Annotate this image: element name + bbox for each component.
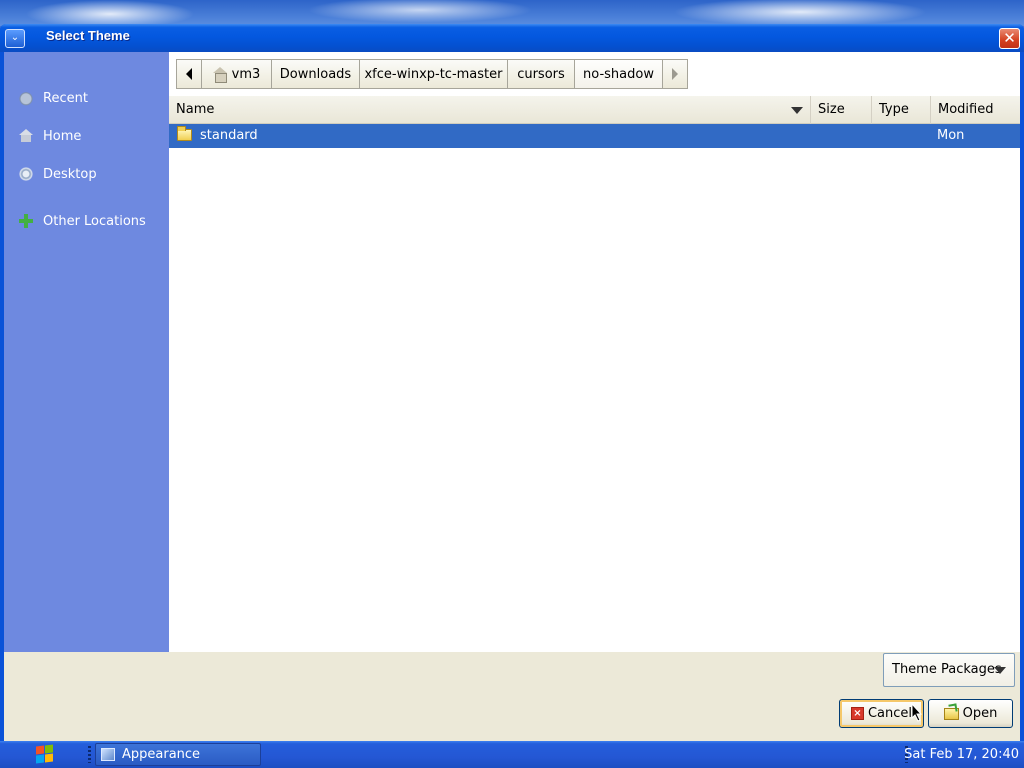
sidebar-item-label: Recent <box>43 90 88 106</box>
mouse-cursor-icon <box>911 703 923 722</box>
windows-logo-icon <box>36 745 44 755</box>
open-button[interactable]: Open <box>928 699 1013 728</box>
column-label: Name <box>176 102 215 117</box>
column-header-row: Name Size Type Modified <box>169 96 1020 124</box>
title-bar[interactable]: ⌄ Select Theme ✕ <box>0 24 1024 52</box>
sidebar-item-recent[interactable]: Recent <box>18 87 88 109</box>
taskbar-item-label: Appearance Preferen... <box>122 747 201 762</box>
taskbar: Appearance Preferen... Sat Feb 17, 20:40 <box>0 741 1024 768</box>
appearance-icon <box>101 748 115 761</box>
taskbar-clock[interactable]: Sat Feb 17, 20:40 <box>904 741 1019 768</box>
start-button[interactable] <box>34 744 56 764</box>
column-header-size[interactable]: Size <box>810 96 871 124</box>
sidebar-item-label: Home <box>43 128 82 144</box>
path-segment-label: no-shadow <box>583 66 654 82</box>
file-row[interactable]: standard Mon <box>169 124 1020 148</box>
column-label: Size <box>818 102 845 117</box>
cancel-button-label: Cancel <box>867 706 913 721</box>
open-folder-icon <box>943 707 959 720</box>
window-menu-button[interactable]: ⌄ <box>5 29 25 48</box>
path-segment-cursors[interactable]: cursors <box>507 59 575 89</box>
open-button-label: Open <box>962 706 998 721</box>
home-icon <box>18 128 34 144</box>
home-icon <box>212 67 227 83</box>
path-segment-xfce-winxp-tc-master[interactable]: xfce-winxp-tc-master <box>359 59 508 89</box>
close-button[interactable]: ✕ <box>999 28 1020 49</box>
column-header-type[interactable]: Type <box>871 96 930 124</box>
file-name: standard <box>200 128 258 143</box>
file-modified: Mon <box>937 128 965 143</box>
path-segment-label: cursors <box>517 66 565 82</box>
recent-icon <box>18 90 34 106</box>
path-segment-vm3[interactable]: vm3 <box>201 59 272 89</box>
arrow-left-icon <box>186 68 192 80</box>
taskbar-item-appearance-preferences[interactable]: Appearance Preferen... <box>95 743 261 766</box>
sidebar-item-desktop[interactable]: Desktop <box>18 163 97 185</box>
file-browser: vm3 Downloads xfce-winxp-tc-master curso… <box>169 52 1020 652</box>
column-header-modified[interactable]: Modified <box>930 96 1020 124</box>
desktop-icon <box>18 166 34 182</box>
column-label: Type <box>879 102 909 117</box>
sidebar-item-label: Other Locations <box>43 213 146 229</box>
sidebar-item-label: Desktop <box>43 166 97 182</box>
taskbar-grip[interactable] <box>88 746 91 763</box>
places-sidebar: Recent Home Desktop Other Locations <box>4 52 169 652</box>
desktop-background <box>0 0 1024 26</box>
filter-selected-value: Theme Packages <box>892 662 1002 677</box>
plus-icon <box>18 213 34 229</box>
path-bar: vm3 Downloads xfce-winxp-tc-master curso… <box>169 52 1020 94</box>
close-icon: ✕ <box>1003 29 1016 47</box>
path-scroll-left-button[interactable] <box>176 59 202 89</box>
arrow-right-icon <box>672 68 678 80</box>
column-label: Modified <box>938 102 994 117</box>
sort-descending-icon <box>791 107 803 114</box>
chevron-down-icon: ⌄ <box>10 32 20 43</box>
path-segment-no-shadow[interactable]: no-shadow <box>574 59 663 89</box>
chevron-down-icon <box>994 667 1006 674</box>
cancel-icon: × <box>850 707 864 720</box>
sidebar-item-home[interactable]: Home <box>18 125 81 147</box>
path-segment-label: xfce-winxp-tc-master <box>364 66 503 82</box>
column-header-name[interactable]: Name <box>169 96 810 124</box>
sidebar-item-other-locations[interactable]: Other Locations <box>18 210 146 232</box>
window-title: Select Theme <box>46 28 130 43</box>
file-type-filter-dropdown[interactable]: Theme Packages <box>883 653 1015 687</box>
folder-icon <box>177 126 192 141</box>
select-theme-dialog: ⌄ Select Theme ✕ Recent Home Desktop Oth… <box>0 24 1024 741</box>
path-scroll-right-button[interactable] <box>662 59 688 89</box>
path-segment-label: vm3 <box>231 66 261 82</box>
path-segment-label: Downloads <box>279 66 352 82</box>
path-segment-downloads[interactable]: Downloads <box>271 59 360 89</box>
dialog-content: Recent Home Desktop Other Locations vm3 … <box>4 52 1020 741</box>
